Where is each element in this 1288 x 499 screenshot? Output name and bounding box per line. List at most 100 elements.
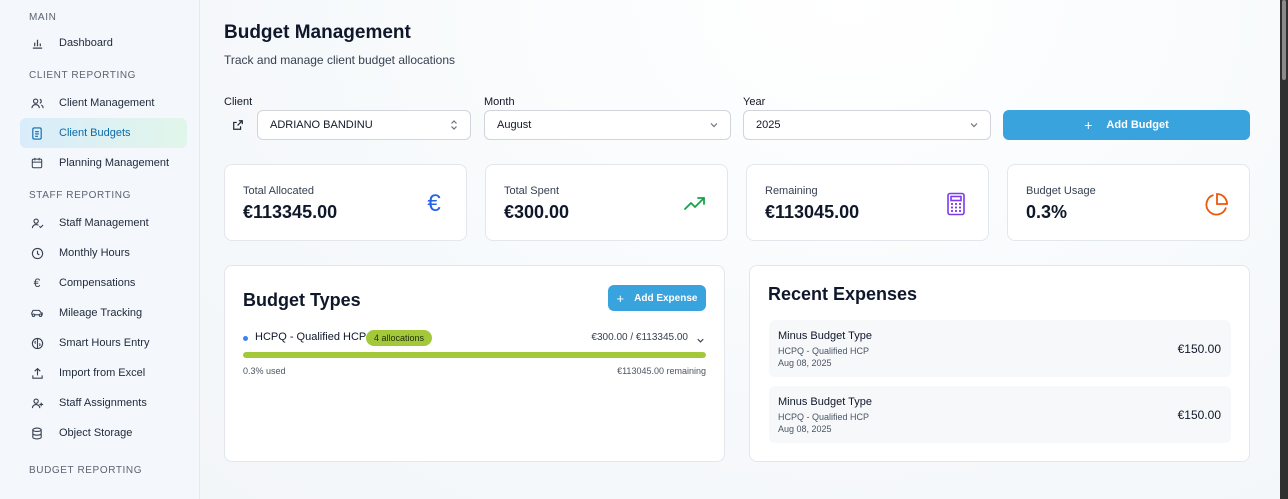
expense-date: Aug 08, 2025 bbox=[778, 358, 832, 368]
status-dot bbox=[243, 336, 248, 341]
euro-icon: € bbox=[33, 276, 41, 290]
stat-label: Total Spent bbox=[504, 185, 560, 197]
sidebar-item-staff-management[interactable]: Staff Management bbox=[20, 208, 187, 238]
chevron-down-icon bbox=[968, 119, 980, 131]
add-budget-button[interactable]: + Add Budget bbox=[1003, 110, 1250, 140]
stat-card-budget-usage: Budget Usage 0.3% bbox=[1007, 164, 1250, 241]
month-select-value: August bbox=[497, 119, 532, 131]
trending-up-icon bbox=[683, 192, 707, 216]
expense-amount: €150.00 bbox=[1177, 342, 1221, 356]
chevron-up-down-icon bbox=[448, 119, 460, 131]
clock-icon bbox=[30, 246, 44, 260]
budget-types-panel: Budget Types + Add Expense HCPQ - Qualif… bbox=[224, 265, 725, 462]
page-title: Budget Management bbox=[224, 22, 411, 43]
plus-icon: + bbox=[1084, 117, 1093, 133]
stat-label: Remaining bbox=[765, 185, 818, 197]
brain-icon bbox=[30, 336, 44, 350]
window-scrollbar[interactable] bbox=[1280, 0, 1288, 499]
users-icon bbox=[30, 96, 44, 110]
plus-icon: + bbox=[616, 290, 625, 306]
stat-card-remaining: Remaining €113045.00 bbox=[746, 164, 989, 241]
add-budget-label: Add Budget bbox=[1106, 119, 1169, 131]
sidebar-section-client-reporting: CLIENT REPORTING bbox=[29, 70, 137, 81]
year-select-value: 2025 bbox=[756, 119, 781, 131]
sidebar-item-label: Planning Management bbox=[59, 157, 170, 169]
main-content: Budget Management Track and manage clien… bbox=[200, 0, 1280, 499]
sidebar-item-label: Client Management bbox=[59, 97, 155, 109]
budget-progress-fill bbox=[243, 352, 706, 358]
user-plus-icon bbox=[30, 396, 44, 410]
stat-value: €300.00 bbox=[504, 202, 570, 222]
app-window: MAIN Dashboard CLIENT REPORTING Client M… bbox=[0, 0, 1280, 499]
sidebar-item-monthly-hours[interactable]: Monthly Hours bbox=[20, 238, 187, 268]
year-select[interactable]: 2025 bbox=[743, 110, 991, 140]
external-link-icon[interactable] bbox=[232, 118, 246, 132]
sidebar-item-label: Dashboard bbox=[59, 37, 113, 49]
expense-item[interactable]: Minus Budget Type HCPQ - Qualified HCP A… bbox=[769, 386, 1231, 443]
expense-type: Minus Budget Type bbox=[778, 330, 872, 342]
client-select-value: ADRIANO BANDINU bbox=[270, 119, 373, 131]
expense-budget-name: HCPQ - Qualified HCP bbox=[778, 412, 870, 422]
sidebar-item-dashboard[interactable]: Dashboard bbox=[20, 28, 187, 58]
stat-value: 0.3% bbox=[1026, 202, 1068, 222]
stat-value: €113345.00 bbox=[243, 202, 338, 222]
sidebar-item-label: Staff Assignments bbox=[59, 397, 147, 409]
expense-date: Aug 08, 2025 bbox=[778, 424, 832, 434]
sidebar-item-label: Smart Hours Entry bbox=[59, 337, 150, 349]
budget-type-name: HCPQ - Qualified HCP bbox=[255, 331, 367, 343]
sidebar-item-smart-hours-entry[interactable]: Smart Hours Entry bbox=[20, 328, 187, 358]
stat-label: Budget Usage bbox=[1026, 185, 1096, 197]
sidebar-item-staff-assignments[interactable]: Staff Assignments bbox=[20, 388, 187, 418]
budget-remaining-text: €113045.00 remaining bbox=[617, 366, 706, 376]
stat-card-total-allocated: Total Allocated €113345.00 € bbox=[224, 164, 467, 241]
allocations-badge: 4 allocations bbox=[366, 330, 433, 346]
sidebar-item-compensations[interactable]: € Compensations bbox=[20, 268, 187, 298]
budget-type-amount: €300.00 / €113345.00 bbox=[591, 332, 688, 343]
client-select[interactable]: ADRIANO BANDINU bbox=[257, 110, 471, 140]
document-icon bbox=[30, 126, 44, 140]
pie-chart-icon bbox=[1205, 192, 1229, 216]
expense-amount: €150.00 bbox=[1177, 408, 1221, 422]
bar-chart-icon bbox=[30, 36, 44, 50]
chevron-down-icon[interactable] bbox=[695, 333, 706, 344]
month-select[interactable]: August bbox=[484, 110, 731, 140]
database-icon bbox=[30, 426, 44, 440]
expense-budget-name: HCPQ - Qualified HCP bbox=[778, 346, 870, 356]
sidebar-section-main: MAIN bbox=[29, 12, 57, 23]
client-label: Client bbox=[224, 96, 253, 108]
sidebar-item-label: Mileage Tracking bbox=[59, 307, 143, 319]
recent-expenses-panel: Recent Expenses Minus Budget Type HCPQ -… bbox=[749, 265, 1250, 462]
sidebar-item-label: Object Storage bbox=[59, 427, 133, 439]
recent-expenses-title: Recent Expenses bbox=[768, 284, 918, 304]
upload-icon bbox=[30, 366, 44, 380]
sidebar-item-label: Monthly Hours bbox=[59, 247, 130, 259]
sidebar-item-object-storage[interactable]: Object Storage bbox=[20, 418, 187, 448]
stat-value: €113045.00 bbox=[765, 202, 860, 222]
expense-type: Minus Budget Type bbox=[778, 396, 872, 408]
euro-icon: € bbox=[427, 190, 441, 217]
stat-label: Total Allocated bbox=[243, 185, 314, 197]
page-subtitle: Track and manage client budget allocatio… bbox=[224, 53, 456, 67]
sidebar: MAIN Dashboard CLIENT REPORTING Client M… bbox=[0, 0, 200, 499]
sidebar-item-planning-management[interactable]: Planning Management bbox=[20, 148, 187, 178]
sidebar-item-client-management[interactable]: Client Management bbox=[20, 88, 187, 118]
calculator-icon bbox=[944, 192, 968, 216]
sidebar-item-label: Client Budgets bbox=[59, 127, 131, 139]
calendar-icon bbox=[30, 156, 44, 170]
budget-type-row[interactable]: HCPQ - Qualified HCP 4 allocations €300.… bbox=[243, 329, 706, 347]
sidebar-section-budget-reporting: BUDGET REPORTING bbox=[29, 465, 143, 476]
sidebar-section-staff-reporting: STAFF REPORTING bbox=[29, 190, 131, 201]
user-check-icon bbox=[30, 216, 44, 230]
chevron-down-icon bbox=[708, 119, 720, 131]
sidebar-item-label: Staff Management bbox=[59, 217, 149, 229]
month-label: Month bbox=[484, 96, 515, 108]
sidebar-item-label: Compensations bbox=[59, 277, 136, 289]
budget-types-title: Budget Types bbox=[243, 290, 361, 310]
add-expense-button[interactable]: + Add Expense bbox=[608, 285, 706, 311]
scrollbar-thumb[interactable] bbox=[1282, 0, 1286, 80]
sidebar-item-client-budgets[interactable]: Client Budgets bbox=[20, 118, 187, 148]
car-icon bbox=[30, 306, 44, 320]
sidebar-item-mileage-tracking[interactable]: Mileage Tracking bbox=[20, 298, 187, 328]
expense-item[interactable]: Minus Budget Type HCPQ - Qualified HCP A… bbox=[769, 320, 1231, 377]
sidebar-item-import-from-excel[interactable]: Import from Excel bbox=[20, 358, 187, 388]
